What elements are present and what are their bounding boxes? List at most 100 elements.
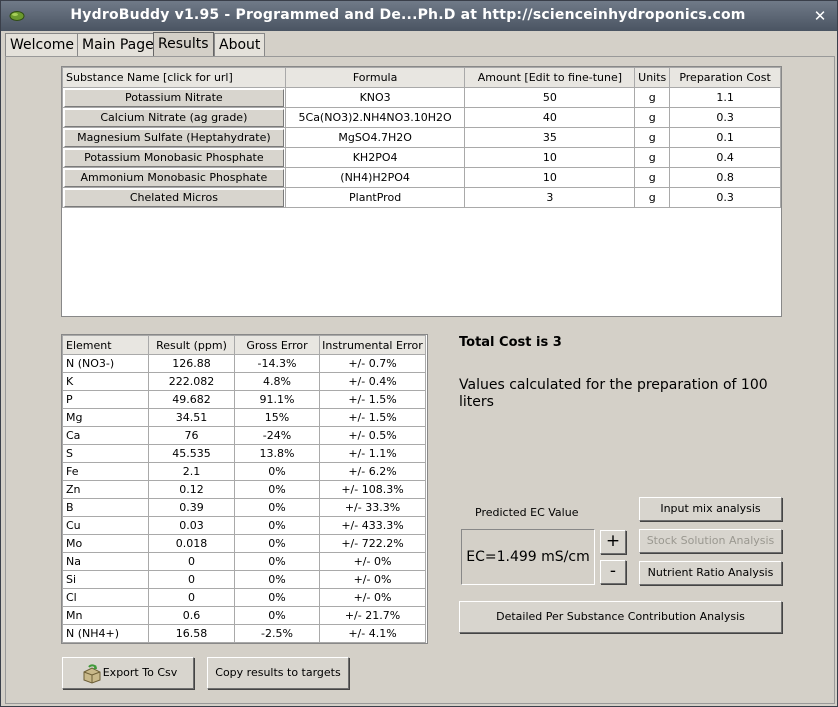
result-cell: 0.03 — [148, 516, 235, 535]
gross-error-cell: 13.8% — [234, 444, 320, 463]
substance-table-container: Substance Name [click for url] Formula A… — [61, 66, 782, 317]
element-cell: N (NO3-) — [62, 354, 149, 373]
element-cell: Mg — [62, 408, 149, 427]
result-cell: 2.1 — [148, 462, 235, 481]
cost-cell: 0.4 — [669, 147, 781, 168]
gross-error-cell: -2.5% — [234, 624, 320, 643]
instrumental-error-cell: +/- 0% — [319, 570, 426, 589]
result-cell: 16.58 — [148, 624, 235, 643]
ec-increase-button[interactable]: + — [600, 530, 626, 554]
gross-error-cell: 91.1% — [234, 390, 320, 409]
element-table-container: Element Result (ppm) Gross Error Instrum… — [61, 334, 428, 644]
element-row: Fe 2.1 0% +/- 6.2% — [62, 462, 426, 481]
title-bar[interactable]: HydroBuddy v1.95 - Programmed and De...P… — [1, 1, 837, 31]
instrumental-error-cell: +/- 433.3% — [319, 516, 426, 535]
instrumental-error-cell: +/- 21.7% — [319, 606, 426, 625]
nutrient-ratio-analysis-button[interactable]: Nutrient Ratio Analysis — [639, 561, 782, 585]
substance-table-header: Substance Name [click for url] Formula A… — [62, 67, 781, 88]
tab-results[interactable]: Results — [153, 32, 214, 57]
ec-value-display: EC=1.499 mS/cm — [461, 529, 595, 585]
result-cell: 0 — [148, 588, 235, 607]
formula-cell: (NH4)H2PO4 — [284, 167, 466, 188]
amount-cell[interactable]: 35 — [464, 127, 636, 148]
gross-error-cell: 0% — [234, 552, 320, 571]
formula-cell: KNO3 — [284, 87, 466, 108]
amount-cell[interactable]: 40 — [464, 107, 636, 128]
close-icon[interactable]: ✕ — [811, 7, 829, 25]
element-row: Mo 0.018 0% +/- 722.2% — [62, 534, 426, 553]
result-cell: 0.39 — [148, 498, 235, 517]
substance-name-cell: Ammonium Monobasic Phosphate — [62, 167, 286, 188]
instrumental-error-cell: +/- 108.3% — [319, 480, 426, 499]
element-row: Mg 34.51 15% +/- 1.5% — [62, 408, 426, 427]
element-row: P 49.682 91.1% +/- 1.5% — [62, 390, 426, 409]
substance-name-button[interactable]: Chelated Micros — [64, 188, 284, 207]
tab-welcome[interactable]: Welcome — [5, 33, 80, 57]
cost-cell: 0.8 — [669, 167, 781, 188]
ec-decrease-button[interactable]: - — [600, 560, 626, 584]
column-header-element[interactable]: Element — [62, 335, 149, 355]
column-header-preparation-cost[interactable]: Preparation Cost — [669, 67, 781, 88]
column-header-instrumental-error[interactable]: Instrumental Error — [319, 335, 426, 355]
result-cell: 0 — [148, 552, 235, 571]
column-header-units[interactable]: Units — [634, 67, 671, 88]
cost-cell: 0.3 — [669, 187, 781, 208]
export-to-csv-button[interactable]: Export To Csv — [62, 657, 194, 689]
result-cell: 0.12 — [148, 480, 235, 499]
element-cell: Cl — [62, 588, 149, 607]
predicted-ec-label: Predicted EC Value — [475, 506, 579, 519]
amount-cell[interactable]: 10 — [464, 167, 636, 188]
substance-name-button[interactable]: Potassium Nitrate — [64, 88, 284, 107]
gross-error-cell: 0% — [234, 498, 320, 517]
substance-name-button[interactable]: Magnesium Sulfate (Heptahydrate) — [64, 128, 284, 147]
units-cell: g — [634, 167, 671, 188]
gross-error-cell: 0% — [234, 480, 320, 499]
stock-solution-analysis-button[interactable]: Stock Solution Analysis — [639, 529, 782, 553]
cost-cell: 0.3 — [669, 107, 781, 128]
tab-main-page[interactable]: Main Page — [77, 33, 159, 57]
input-mix-analysis-button[interactable]: Input mix analysis — [639, 497, 782, 521]
result-cell: 0.6 — [148, 606, 235, 625]
formula-cell: KH2PO4 — [284, 147, 466, 168]
element-results-table: Element Result (ppm) Gross Error Instrum… — [62, 335, 426, 643]
element-cell: Zn — [62, 480, 149, 499]
element-row: Ca 76 -24% +/- 0.5% — [62, 426, 426, 445]
element-row: Mn 0.6 0% +/- 21.7% — [62, 606, 426, 625]
formula-cell: PlantProd — [284, 187, 466, 208]
gross-error-cell: -14.3% — [234, 354, 320, 373]
column-header-result[interactable]: Result (ppm) — [148, 335, 235, 355]
substance-table: Substance Name [click for url] Formula A… — [62, 67, 781, 208]
amount-cell[interactable]: 50 — [464, 87, 636, 108]
gross-error-cell: 0% — [234, 534, 320, 553]
element-table-header: Element Result (ppm) Gross Error Instrum… — [62, 335, 426, 355]
app-window: HydroBuddy v1.95 - Programmed and De...P… — [0, 0, 838, 707]
element-row: B 0.39 0% +/- 33.3% — [62, 498, 426, 517]
tab-about[interactable]: About — [214, 33, 266, 57]
amount-cell[interactable]: 10 — [464, 147, 636, 168]
units-cell: g — [634, 127, 671, 148]
substance-row: Potassium Monobasic Phosphate KH2PO4 10 g 0.… — [62, 147, 781, 168]
column-header-substance-name[interactable]: Substance Name [click for url] — [62, 67, 286, 88]
substance-name-cell: Calcium Nitrate (ag grade) — [62, 107, 286, 128]
detailed-contribution-analysis-button[interactable]: Detailed Per Substance Contribution Anal… — [459, 601, 782, 633]
element-cell: K — [62, 372, 149, 391]
instrumental-error-cell: +/- 33.3% — [319, 498, 426, 517]
copy-results-to-targets-button[interactable]: Copy results to targets — [207, 657, 349, 689]
units-cell: g — [634, 147, 671, 168]
substance-name-button[interactable]: Calcium Nitrate (ag grade) — [64, 108, 284, 127]
preparation-volume-note: Values calculated for the preparation of… — [459, 377, 768, 410]
substance-name-cell: Chelated Micros — [62, 187, 286, 208]
element-row: K 222.082 4.8% +/- 0.4% — [62, 372, 426, 391]
gross-error-cell: 15% — [234, 408, 320, 427]
instrumental-error-cell: +/- 4.1% — [319, 624, 426, 643]
column-header-gross-error[interactable]: Gross Error — [234, 335, 320, 355]
substance-name-button[interactable]: Potassium Monobasic Phosphate — [64, 148, 284, 167]
export-to-csv-label: Export To Csv — [102, 666, 178, 679]
column-header-formula[interactable]: Formula — [284, 67, 466, 88]
column-header-amount[interactable]: Amount [Edit to fine-tune] — [464, 67, 636, 88]
result-cell: 45.535 — [148, 444, 235, 463]
amount-cell[interactable]: 3 — [464, 187, 636, 208]
substance-name-button[interactable]: Ammonium Monobasic Phosphate — [64, 168, 284, 187]
substance-row: Calcium Nitrate (ag grade) 5Ca(NO3)2.NH4N… — [62, 107, 781, 128]
element-cell: N (NH4+) — [62, 624, 149, 643]
